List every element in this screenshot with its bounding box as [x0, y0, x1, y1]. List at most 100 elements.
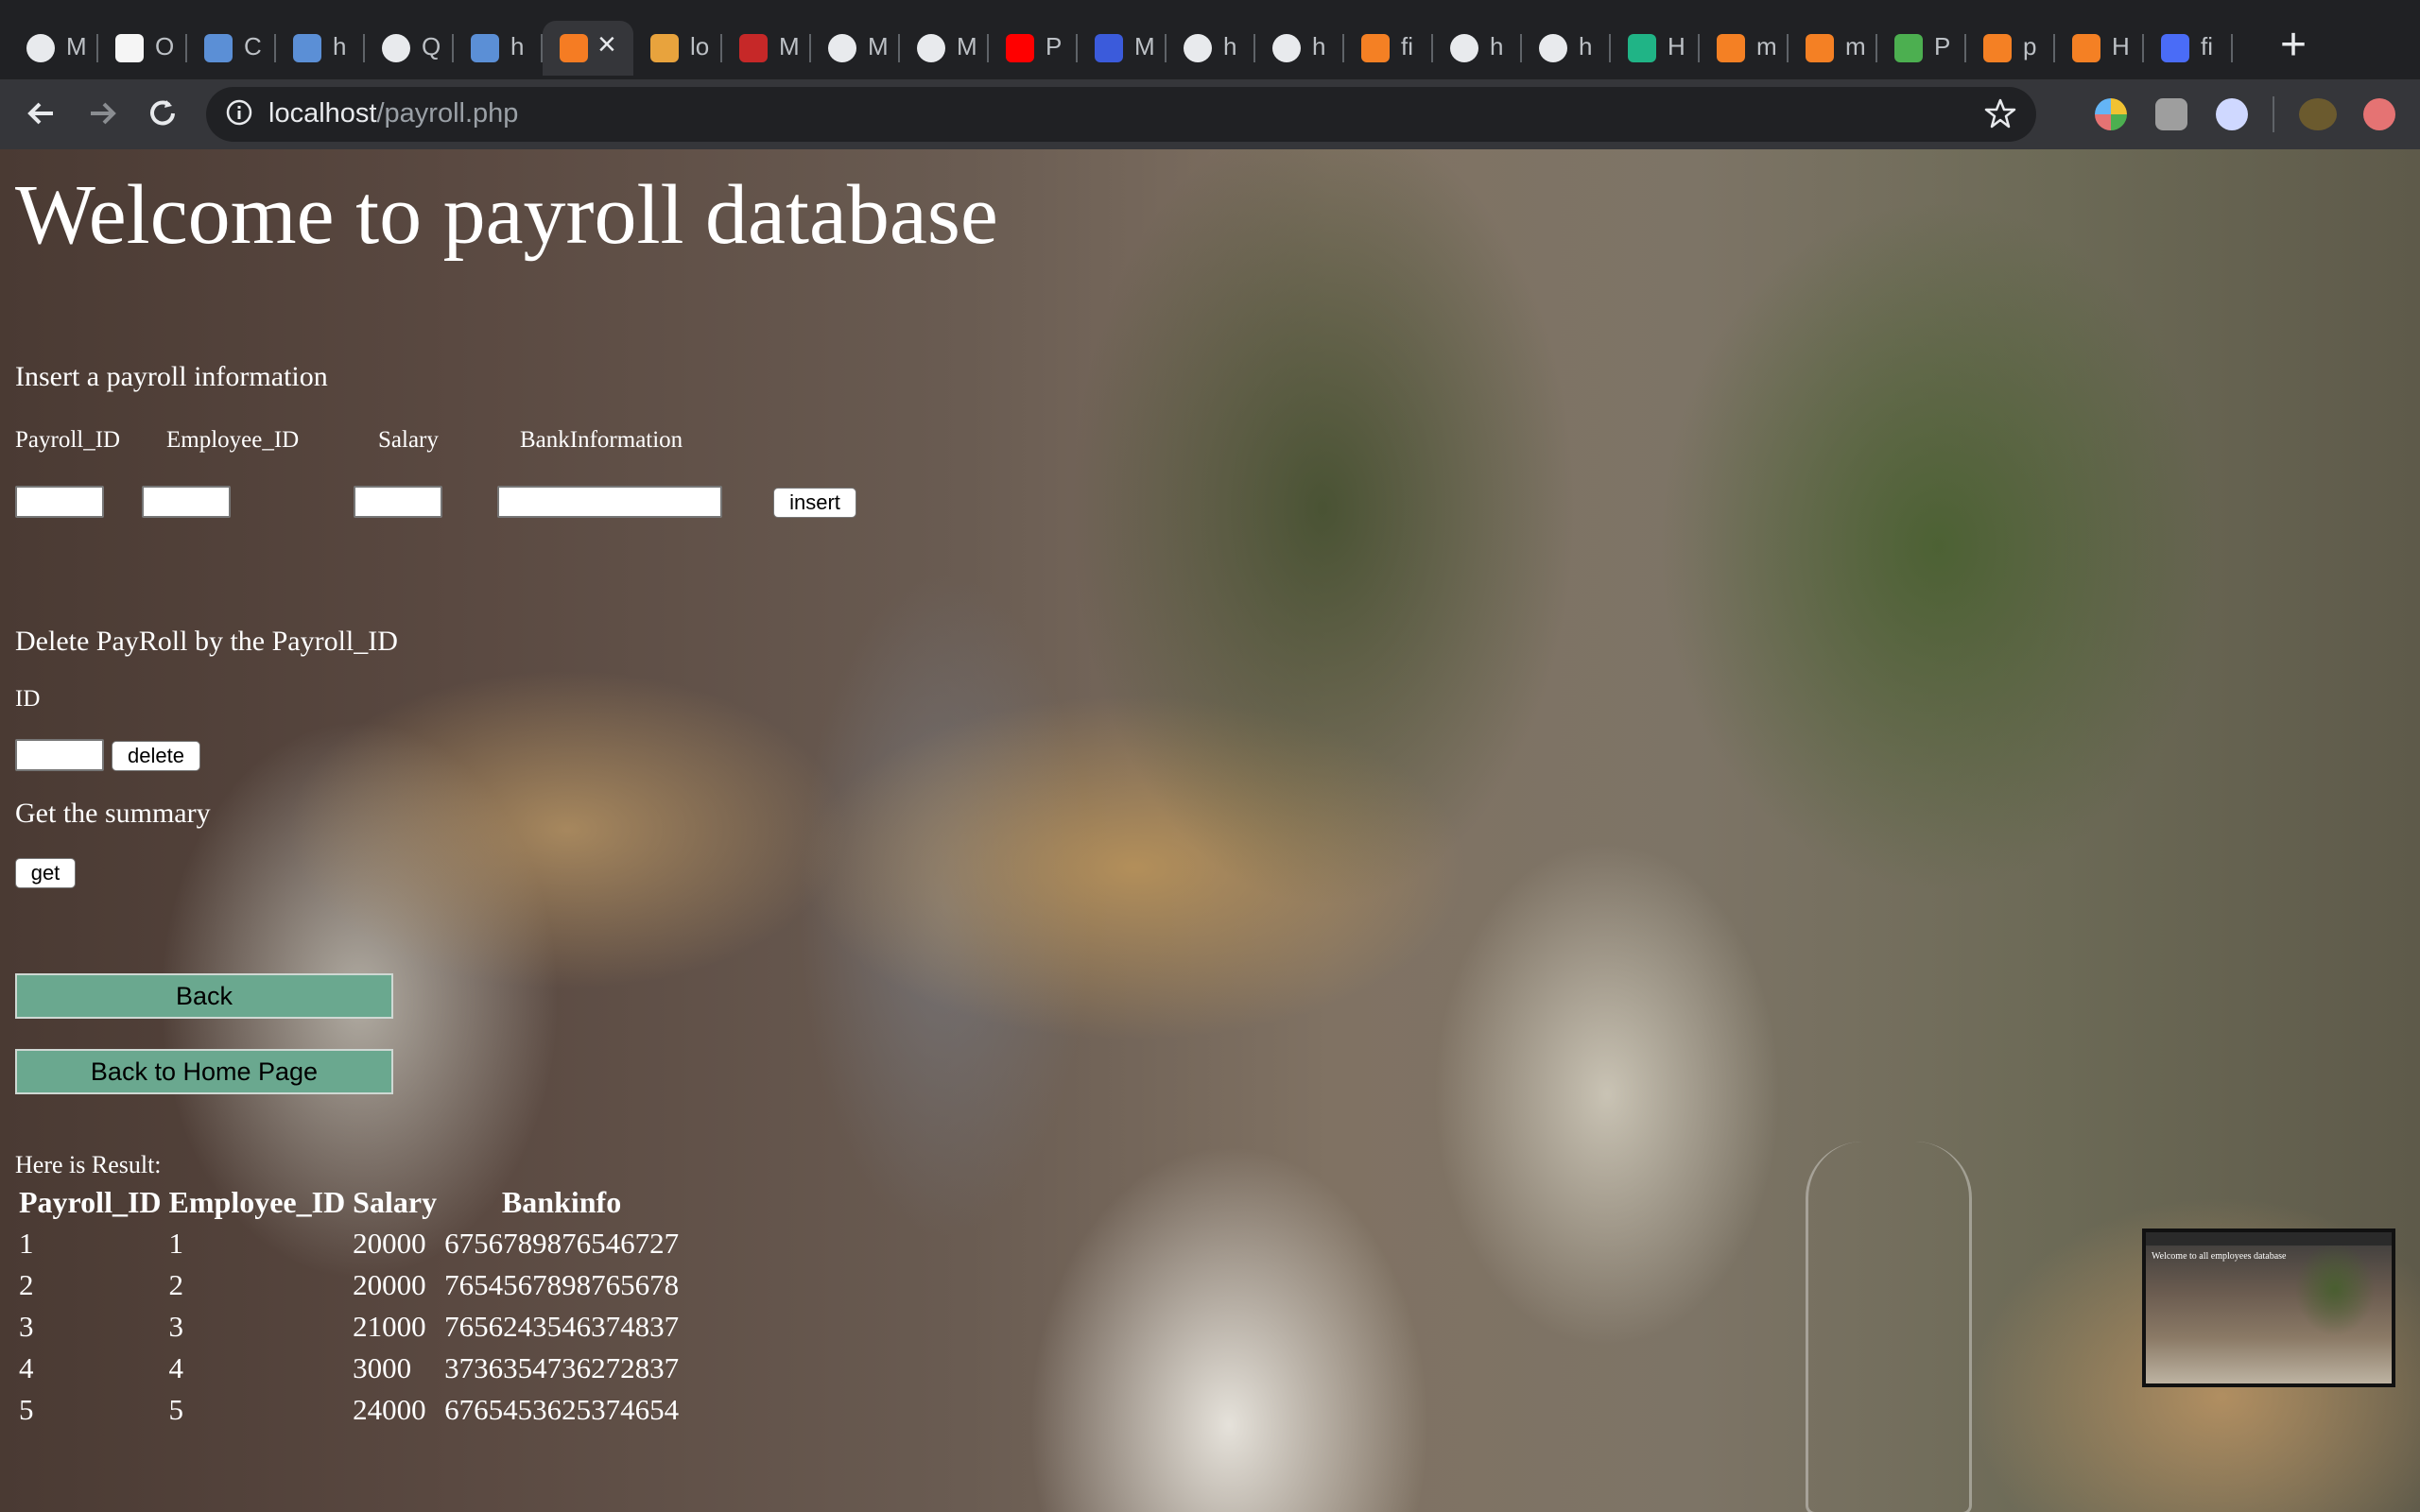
reload-icon[interactable] — [142, 93, 183, 134]
screenshot-thumbnail[interactable]: Welcome to all employees database — [2142, 1228, 2395, 1387]
payroll-id-input[interactable] — [15, 486, 104, 518]
stackoverflow-icon — [1717, 34, 1745, 62]
thumbnail-toolbar — [2146, 1232, 2392, 1246]
p-logo-icon — [293, 34, 321, 62]
tab-title: M — [1134, 32, 1155, 60]
payroll-id-label: Payroll_ID — [15, 427, 121, 453]
browser-tab[interactable]: M — [900, 21, 989, 76]
ubc-canvas-icon — [739, 34, 768, 62]
url-text: localhost/payroll.php — [268, 98, 519, 129]
bank-information-input[interactable] — [497, 486, 722, 518]
cs-icon — [2161, 34, 2189, 62]
browser-tab[interactable]: Q — [365, 21, 454, 76]
browser-tab[interactable]: p — [1966, 21, 2055, 76]
browser-tab[interactable]: lo — [633, 21, 722, 76]
close-tab-icon[interactable]: × — [597, 26, 616, 63]
tab-title: fi — [2201, 32, 2213, 60]
cell-payroll-id: 4 — [19, 1351, 34, 1384]
browser-tab[interactable]: m — [1789, 21, 1877, 76]
profile-avatar[interactable] — [2299, 98, 2337, 130]
extension-color-icon[interactable] — [2095, 98, 2127, 130]
back-button[interactable]: Back — [15, 973, 393, 1019]
browser-tab[interactable]: h — [1255, 21, 1344, 76]
update-icon[interactable] — [2363, 98, 2395, 130]
cell-employee-id: 2 — [168, 1268, 184, 1301]
browser-tab[interactable]: P — [989, 21, 1078, 76]
extension-bird-icon[interactable] — [2216, 98, 2248, 130]
bank-information-label: BankInformation — [520, 427, 683, 453]
tab-title: lo — [690, 32, 710, 60]
cell-employee-id: 3 — [168, 1310, 184, 1343]
cell-salary: 24000 — [353, 1393, 426, 1426]
tab-title: h — [1490, 32, 1504, 60]
tab-title: H — [2112, 32, 2130, 60]
table-row: 3 3 21000 7656243546374837 — [15, 1306, 683, 1348]
insert-button[interactable]: insert — [773, 488, 856, 518]
result-header-row: Payroll_ID Employee_ID Salary Bankinfo — [15, 1181, 683, 1223]
p-logo-icon — [471, 34, 499, 62]
page-content: Welcome to payroll database Insert a pay… — [0, 149, 2420, 1512]
browser-tab[interactable]: h — [1522, 21, 1611, 76]
xampp-icon — [560, 34, 588, 62]
browser-tab[interactable]: M — [811, 21, 900, 76]
cell-bankinfo: 3736354736272837 — [444, 1351, 680, 1384]
browser-tab[interactable]: H — [2055, 21, 2144, 76]
employee-id-input[interactable] — [142, 486, 231, 518]
white-square-icon — [115, 34, 144, 62]
browser-tab[interactable]: × — [543, 21, 633, 76]
cell-bankinfo: 7656243546374837 — [444, 1310, 680, 1343]
w3-icon — [1894, 34, 1923, 62]
browser-tab[interactable]: C — [187, 21, 276, 76]
address-bar[interactable]: localhost/payroll.php — [206, 87, 2036, 142]
browser-tab[interactable]: h — [1167, 21, 1255, 76]
youtube-icon — [1006, 34, 1034, 62]
table-row: 5 5 24000 6765453625374654 — [15, 1389, 683, 1431]
forward-arrow-icon[interactable] — [81, 93, 123, 134]
tab-title: h — [1223, 32, 1237, 60]
bookmark-star-icon[interactable] — [1983, 96, 2017, 130]
info-icon[interactable] — [225, 98, 253, 127]
browser-tab[interactable]: fi — [1344, 21, 1433, 76]
salary-input[interactable] — [354, 486, 442, 518]
browser-tab[interactable]: O — [98, 21, 187, 76]
thumbnail-title: Welcome to all employees database — [2152, 1251, 2287, 1262]
tab-title: P — [1046, 32, 1063, 60]
globe-icon — [1450, 34, 1478, 62]
hex-icon — [1628, 34, 1656, 62]
cell-salary: 3000 — [353, 1351, 412, 1384]
tab-title: M — [868, 32, 889, 60]
browser-tab[interactable]: M — [9, 21, 98, 76]
stackoverflow-icon — [1983, 34, 2012, 62]
cell-bankinfo: 6765453625374654 — [444, 1393, 680, 1426]
cell-salary: 20000 — [353, 1227, 426, 1260]
new-tab-button[interactable]: + — [2280, 23, 2307, 68]
browser-tab[interactable]: M — [1078, 21, 1167, 76]
tab-title: C — [244, 32, 262, 60]
delete-id-input[interactable] — [15, 739, 104, 771]
delete-button[interactable]: delete — [112, 741, 200, 771]
cell-salary: 21000 — [353, 1310, 426, 1343]
cell-payroll-id: 1 — [19, 1227, 34, 1260]
browser-tab[interactable]: h — [1433, 21, 1522, 76]
header-employee-id: Employee_ID — [168, 1184, 346, 1219]
browser-tab[interactable]: h — [276, 21, 365, 76]
cell-employee-id: 4 — [168, 1351, 184, 1384]
back-arrow-icon[interactable] — [21, 93, 62, 134]
table-row: 4 4 3000 3736354736272837 — [15, 1348, 683, 1389]
cell-payroll-id: 2 — [19, 1268, 34, 1301]
globe-icon — [1539, 34, 1567, 62]
header-payroll-id: Payroll_ID — [19, 1184, 162, 1219]
get-summary-button[interactable]: get — [15, 858, 76, 888]
browser-tab[interactable]: m — [1700, 21, 1789, 76]
browser-tab[interactable]: h — [454, 21, 543, 76]
browser-tab[interactable]: fi — [2144, 21, 2233, 76]
tab-title: M — [957, 32, 977, 60]
back-to-home-button[interactable]: Back to Home Page — [15, 1049, 393, 1094]
employee-id-label: Employee_ID — [166, 427, 300, 453]
cell-payroll-id: 3 — [19, 1310, 34, 1343]
browser-tab[interactable]: H — [1611, 21, 1700, 76]
browser-tab[interactable]: M — [722, 21, 811, 76]
extension-grammar-icon[interactable] — [2155, 98, 2187, 130]
delete-id-label: ID — [15, 686, 41, 712]
browser-tab[interactable]: P — [1877, 21, 1966, 76]
